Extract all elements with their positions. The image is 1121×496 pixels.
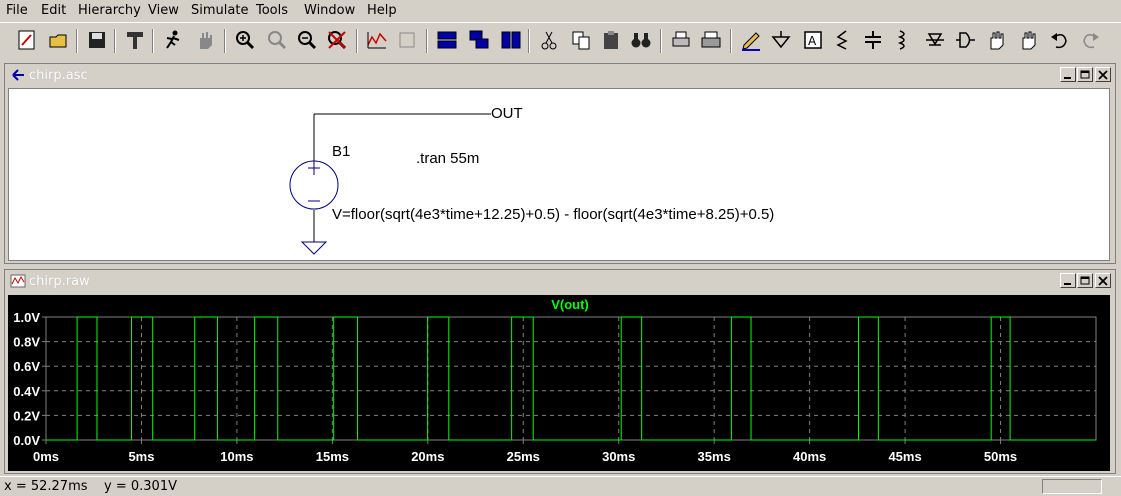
view-3d-icon[interactable] (394, 27, 420, 53)
x-tick-label: 0ms (33, 449, 59, 464)
component-name[interactable]: B1 (332, 143, 350, 160)
status-panel (1042, 479, 1102, 494)
move-icon[interactable] (984, 27, 1010, 53)
cut-icon[interactable] (536, 27, 562, 53)
diode-icon[interactable] (922, 27, 948, 53)
print-preview-icon[interactable] (668, 27, 694, 53)
menu-file[interactable]: File (6, 3, 28, 18)
autorange-icon[interactable] (364, 27, 390, 53)
inductor-icon[interactable] (890, 27, 916, 53)
drag-icon[interactable] (1016, 27, 1042, 53)
toolbar-separator (152, 29, 154, 53)
x-tick-label: 50ms (984, 449, 1017, 464)
spice-directive[interactable]: .tran 55m (416, 150, 479, 167)
y-tick-label: 0.8V (13, 335, 40, 350)
toolbar-separator (76, 29, 78, 53)
undo-icon[interactable] (1046, 27, 1072, 53)
x-tick-label: 45ms (888, 449, 921, 464)
label-net-icon[interactable]: A (800, 27, 826, 53)
minimize-button[interactable] (1060, 67, 1076, 82)
trace-vout (46, 316, 1096, 441)
menu-tools[interactable]: Tools (256, 3, 288, 18)
y-tick-label: 0.2V (13, 408, 40, 423)
x-tick-label: 5ms (128, 449, 154, 464)
zoom-cancel-icon[interactable] (324, 27, 350, 53)
x-tick-label: 20ms (411, 449, 444, 464)
x-tick-label: 40ms (793, 449, 826, 464)
maximize-button[interactable] (1077, 273, 1093, 288)
waveform-window: chirp.raw 0.0V 0.2V 0.4V 0.6V 0.8V 1.0V 0ms 5ms… (4, 269, 1116, 474)
toolbar-separator (660, 29, 662, 53)
schematic-window: chirp.asc OUT B1 .tran 55m V=floor(sqrt(… (4, 63, 1116, 264)
schematic-icon (12, 69, 24, 81)
x-tick-label: 15ms (316, 449, 349, 464)
status-bar: x = 52.27ms y = 0.301V (0, 476, 1121, 496)
plot-frame (45, 316, 1097, 441)
copy-icon[interactable] (568, 27, 594, 53)
schematic-title: chirp.asc (29, 68, 88, 83)
open-icon[interactable] (46, 27, 72, 53)
cascade-icon[interactable] (466, 27, 492, 53)
menu-view[interactable]: View (148, 3, 179, 18)
x-tick-label: 25ms (507, 449, 540, 464)
zoom-in-icon[interactable] (232, 27, 258, 53)
ground-symbol[interactable] (300, 241, 328, 255)
x-tick-label: 10ms (220, 449, 253, 464)
menu-simulate[interactable]: Simulate (191, 3, 248, 18)
menu-bar: File Edit Hierarchy View Simulate Tools … (0, 0, 1121, 22)
close-button[interactable] (1095, 67, 1111, 82)
waveform-titlebar[interactable]: chirp.raw (5, 270, 1115, 292)
toolbar-separator (426, 29, 428, 53)
schematic-canvas[interactable]: OUT B1 .tran 55m V=floor(sqrt(4e3*time+1… (8, 88, 1110, 261)
zoom-pan-icon[interactable] (264, 27, 290, 53)
new-schematic-icon[interactable] (14, 27, 40, 53)
menu-help[interactable]: Help (367, 3, 397, 18)
draw-wire-icon[interactable] (738, 27, 764, 53)
toolbar-separator (224, 29, 226, 53)
tile-horizontal-icon[interactable] (434, 27, 460, 53)
control-panel-icon[interactable] (122, 27, 148, 53)
halt-icon[interactable] (192, 27, 218, 53)
waveform-plot[interactable]: 0.0V 0.2V 0.4V 0.6V 0.8V 1.0V 0ms 5ms 10ms 15ms 20… (8, 295, 1110, 471)
close-button[interactable] (1095, 273, 1111, 288)
redo-icon[interactable] (1078, 27, 1104, 53)
zoom-out-icon[interactable] (294, 27, 320, 53)
toolbar: A (0, 22, 1121, 61)
plot-svg[interactable]: 0.0V 0.2V 0.4V 0.6V 0.8V 1.0V 0ms 5ms 10ms 15ms 20… (8, 295, 1110, 471)
capacitor-icon[interactable] (860, 27, 886, 53)
y-tick-label: 0.4V (13, 384, 40, 399)
cursor-readout: x = 52.27ms y = 0.301V (4, 479, 177, 494)
trace-label[interactable]: V(out) (551, 297, 589, 312)
minimize-button[interactable] (1060, 273, 1076, 288)
tile-vertical-icon[interactable] (498, 27, 524, 53)
paste-icon[interactable] (598, 27, 624, 53)
resistor-icon[interactable] (830, 27, 856, 53)
voltage-source-symbol[interactable] (289, 160, 339, 210)
run-icon[interactable] (160, 27, 186, 53)
toolbar-separator (528, 29, 530, 53)
menu-window[interactable]: Window (304, 3, 355, 18)
component-icon[interactable] (952, 27, 978, 53)
save-icon[interactable] (84, 27, 110, 53)
y-tick-label: 1.0V (13, 310, 40, 325)
x-tick-label: 30ms (602, 449, 635, 464)
print-icon[interactable] (698, 27, 724, 53)
net-label[interactable]: OUT (491, 105, 523, 122)
y-tick-label: 0.6V (13, 359, 40, 374)
menu-edit[interactable]: Edit (41, 3, 66, 18)
y-tick-label: 0.0V (13, 433, 40, 448)
toolbar-separator (114, 29, 116, 53)
toolbar-separator (730, 29, 732, 53)
maximize-button[interactable] (1077, 67, 1093, 82)
svg-text:A: A (808, 34, 817, 48)
x-tick-label: 35ms (698, 449, 731, 464)
find-icon[interactable] (628, 27, 654, 53)
toolbar-separator (356, 29, 358, 53)
component-expression[interactable]: V=floor(sqrt(4e3*time+12.25)+0.5) - floo… (332, 206, 774, 223)
menu-hierarchy[interactable]: Hierarchy (78, 3, 141, 18)
waveform-icon (10, 274, 26, 288)
ground-icon[interactable] (768, 27, 794, 53)
schematic-titlebar[interactable]: chirp.asc (5, 64, 1115, 86)
waveform-title: chirp.raw (29, 274, 90, 289)
